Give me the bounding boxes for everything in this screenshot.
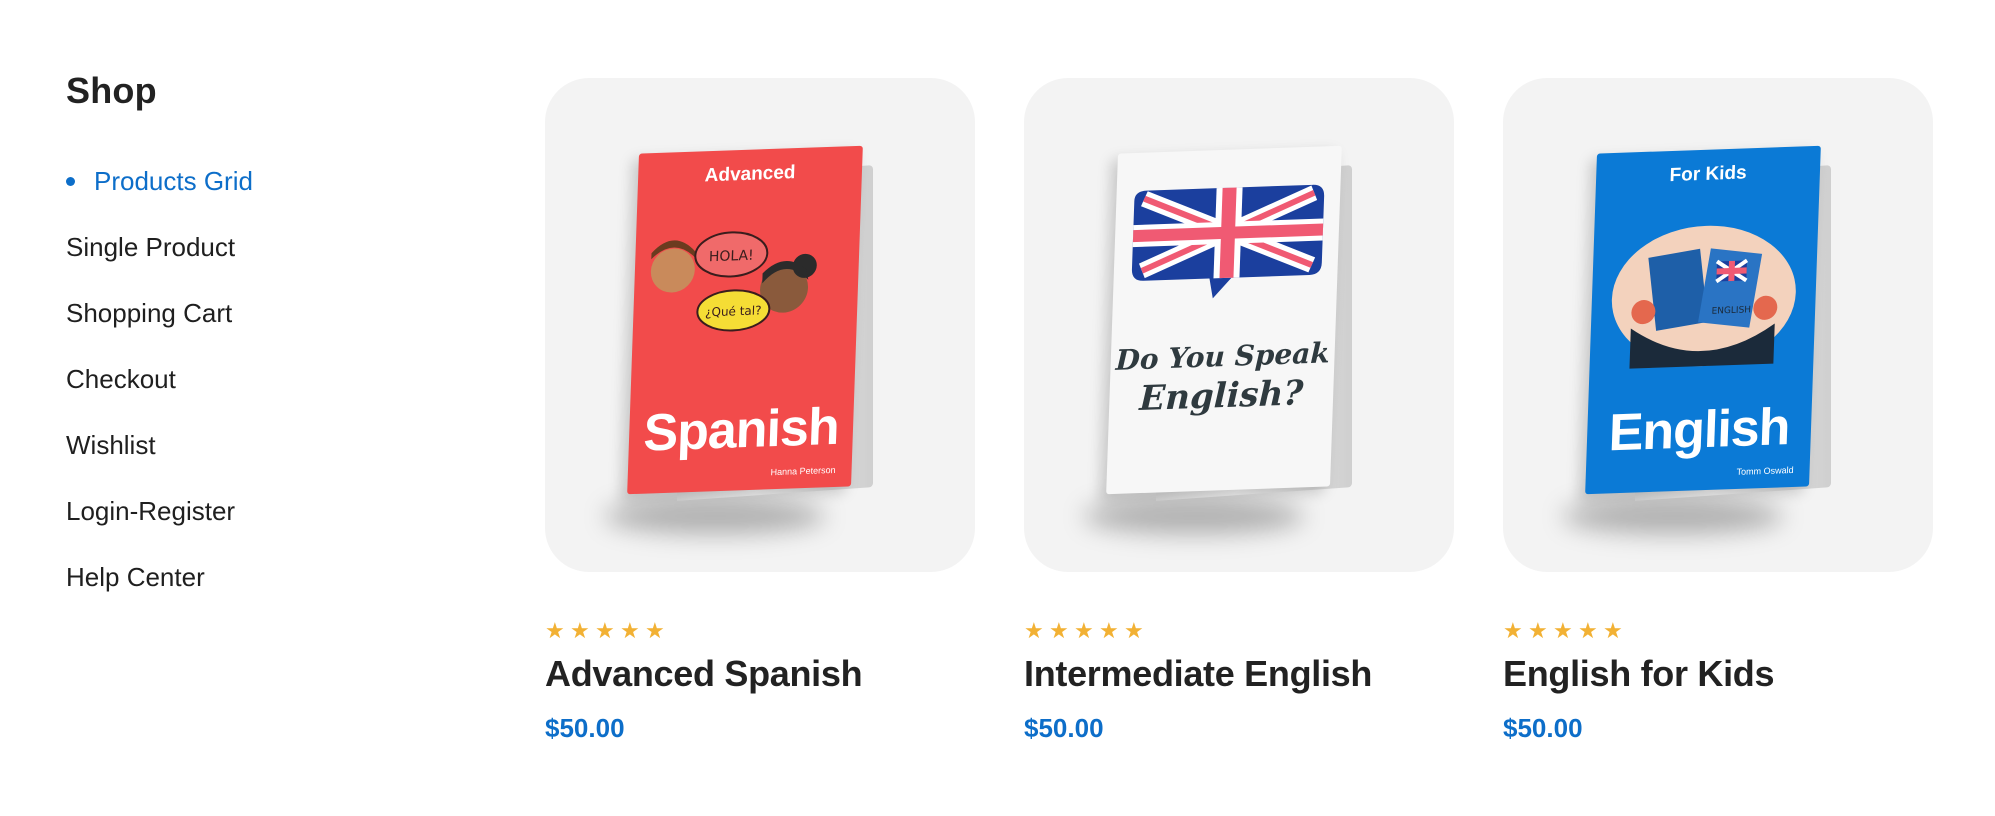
- book-shadow: [1563, 498, 1783, 534]
- star-icon: ★: [1578, 618, 1598, 643]
- book-cover-advanced-spanish: Advanced HOLA! ¿Qué tal? Spanish Hanna P…: [627, 145, 873, 501]
- product-image[interactable]: For Kids ENGLISH English Tomm Oswald: [1503, 78, 1933, 572]
- menu-item-checkout[interactable]: Checkout: [66, 346, 426, 412]
- bubble-2-text: ¿Qué tal?: [705, 303, 762, 319]
- menu-item-label: Products Grid: [94, 165, 253, 196]
- menu-item-help-center[interactable]: Help Center: [66, 544, 426, 610]
- speech-bubbles-illustration: HOLA! ¿Qué tal?: [650, 231, 817, 332]
- menu-item-label: Help Center: [66, 561, 205, 592]
- menu-item-label: Checkout: [66, 363, 176, 394]
- shop-menu: Products Grid Single Product Shopping Ca…: [66, 148, 426, 610]
- menu-item-label: Login-Register: [66, 495, 236, 526]
- rating-stars: ★ ★ ★ ★ ★: [1503, 618, 1933, 643]
- rating-stars: ★ ★ ★ ★ ★: [1024, 618, 1454, 643]
- product-image[interactable]: Do You Speak English?: [1024, 78, 1454, 572]
- star-icon: ★: [1099, 618, 1119, 643]
- cover-top-text: For Kids: [1669, 162, 1747, 187]
- menu-item-products-grid[interactable]: Products Grid: [66, 148, 426, 214]
- star-icon: ★: [1603, 618, 1623, 643]
- book-cover-intermediate-english: Do You Speak English?: [1106, 145, 1352, 501]
- product-card[interactable]: Advanced HOLA! ¿Qué tal? Spanish Hanna P…: [545, 78, 975, 744]
- star-icon: ★: [1503, 618, 1523, 643]
- bubble-1-text: HOLA!: [709, 248, 754, 266]
- book-shadow: [605, 498, 825, 534]
- product-price: $50.00: [1503, 713, 1583, 743]
- cover-author: Hanna Peterson: [770, 464, 836, 478]
- menu-item-label: Single Product: [66, 231, 236, 262]
- menu-item-shopping-cart[interactable]: Shopping Cart: [66, 280, 426, 346]
- union-jack-bubble-illustration: [1131, 184, 1325, 299]
- book-shadow: [1084, 498, 1304, 534]
- star-icon: ★: [1024, 618, 1044, 643]
- star-icon: ★: [595, 618, 615, 643]
- cover-big-text: Spanish: [642, 397, 840, 463]
- star-icon: ★: [1553, 618, 1573, 643]
- star-icon: ★: [1074, 618, 1094, 643]
- product-card[interactable]: For Kids ENGLISH English Tomm Oswald ★ ★…: [1503, 78, 1933, 744]
- star-icon: ★: [1124, 618, 1144, 643]
- product-name[interactable]: Advanced Spanish: [545, 653, 975, 695]
- cover-top-text: Advanced: [704, 162, 796, 187]
- cover-author: Tomm Oswald: [1736, 464, 1794, 477]
- product-card[interactable]: Do You Speak English? ★ ★ ★ ★ ★ Intermed…: [1024, 78, 1454, 744]
- product-price: $50.00: [545, 713, 625, 743]
- star-icon: ★: [645, 618, 665, 643]
- cover-line-2: English?: [1138, 373, 1305, 420]
- star-icon: ★: [545, 618, 565, 643]
- cover-face: For Kids ENGLISH English Tomm Oswald: [1585, 145, 1821, 495]
- rating-stars: ★ ★ ★ ★ ★: [545, 618, 975, 643]
- kid-reading-illustration: ENGLISH: [1611, 225, 1796, 369]
- star-icon: ★: [570, 618, 590, 643]
- book-cover-english-for-kids: For Kids ENGLISH English Tomm Oswald: [1585, 145, 1831, 501]
- cover-face: Advanced HOLA! ¿Qué tal? Spanish Hanna P…: [627, 145, 863, 495]
- menu-item-login-register[interactable]: Login-Register: [66, 478, 426, 544]
- active-dot-icon: [66, 176, 75, 186]
- shop-title: Shop: [66, 70, 157, 111]
- cover-big-text: English: [1607, 397, 1791, 463]
- product-image[interactable]: Advanced HOLA! ¿Qué tal? Spanish Hanna P…: [545, 78, 975, 572]
- menu-item-label: Wishlist: [66, 429, 156, 460]
- product-name[interactable]: Intermediate English: [1024, 653, 1454, 695]
- star-icon: ★: [620, 618, 640, 643]
- book-label-text: ENGLISH: [1711, 305, 1751, 316]
- star-icon: ★: [1049, 618, 1069, 643]
- cover-face: Do You Speak English?: [1106, 145, 1342, 495]
- menu-item-single-product[interactable]: Single Product: [66, 214, 426, 280]
- shop-sidebar: Shop Products Grid Single Product Shoppi…: [66, 70, 426, 610]
- product-price: $50.00: [1024, 713, 1104, 743]
- product-name[interactable]: English for Kids: [1503, 653, 1933, 695]
- menu-item-wishlist[interactable]: Wishlist: [66, 412, 426, 478]
- cover-line-1: Do You Speak: [1115, 336, 1331, 377]
- menu-item-label: Shopping Cart: [66, 297, 233, 328]
- star-icon: ★: [1528, 618, 1548, 643]
